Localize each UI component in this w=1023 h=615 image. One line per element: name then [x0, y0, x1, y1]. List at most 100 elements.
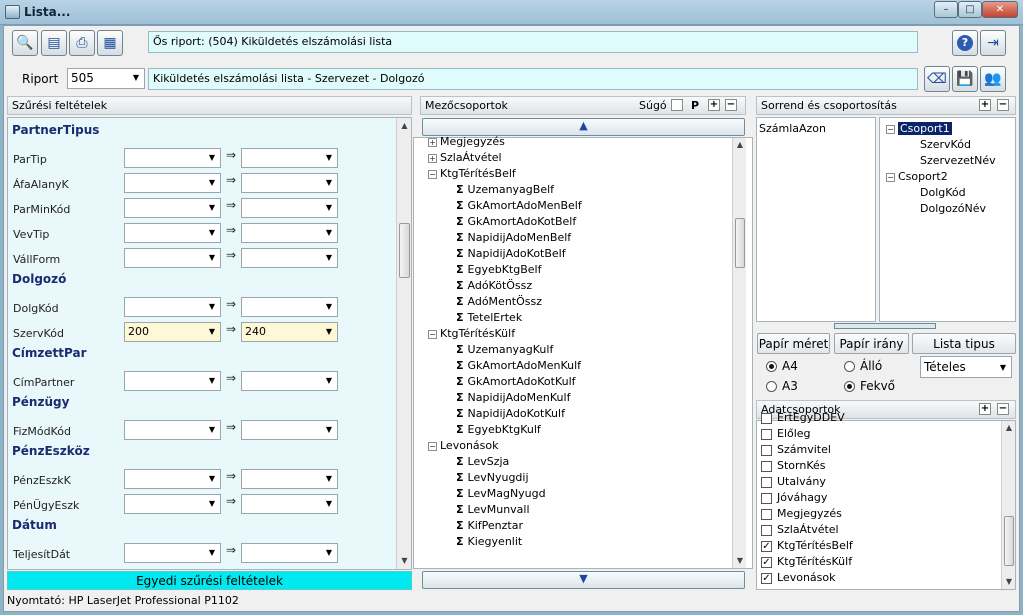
filter-to-select[interactable]: ▼ [241, 223, 338, 243]
maximize-button[interactable]: □ [958, 1, 982, 18]
scroll-thumb[interactable] [735, 218, 745, 268]
preview-button[interactable]: 🔍 [12, 30, 38, 56]
checkbox-icon[interactable] [761, 492, 772, 504]
radio-allo[interactable]: Álló [844, 359, 882, 373]
datagroup-item[interactable]: ✓ KtgTérítésBelf [761, 538, 853, 554]
tree-field[interactable]: Σ NapidijAdoKotBelf [456, 246, 566, 262]
scroll-thumb[interactable] [399, 223, 410, 278]
datagroup-item[interactable]: ✓ KtgTérítésKülf [761, 554, 852, 570]
tree-field[interactable]: Σ Kiegyenlit [456, 534, 522, 550]
tree-field[interactable]: Σ NapidijAdoMenKulf [456, 390, 570, 406]
tree-field[interactable]: Σ LevSzja [456, 454, 509, 470]
filter-to-select[interactable]: ▼ [241, 148, 338, 168]
radio-a4[interactable]: A4 [766, 359, 798, 373]
tree-field[interactable]: Σ LevMagNyugd [456, 486, 546, 502]
list-type-select[interactable]: Tételes ▼ [920, 356, 1012, 378]
add-icon[interactable]: + [979, 99, 991, 111]
help-checkbox[interactable] [671, 99, 683, 111]
expand-all-icon[interactable]: + [708, 99, 720, 111]
tree-field[interactable]: Σ NapidijAdoKotKulf [456, 406, 565, 422]
save-button[interactable]: 💾 [952, 66, 978, 92]
group-field[interactable]: SzervKód [920, 137, 971, 153]
filter-from-select[interactable]: ▼ [124, 297, 221, 317]
riport-select[interactable]: 505 ▼ [67, 68, 145, 89]
scroll-down-button[interactable]: ▼ [422, 571, 745, 589]
users-button[interactable]: 👥 [980, 66, 1006, 92]
datagroup-item[interactable]: ErtEgyDDEV [761, 410, 845, 426]
tree-field[interactable]: Σ GkAmortAdoKotBelf [456, 214, 576, 230]
checkbox-icon[interactable] [761, 476, 772, 488]
scroll-up-icon[interactable]: ▲ [733, 140, 747, 149]
exit-button[interactable]: ⇥ [980, 30, 1006, 56]
checkbox-icon[interactable] [761, 444, 772, 456]
list-type-button[interactable]: Lista tipus [912, 333, 1016, 354]
splitter-handle[interactable] [834, 323, 936, 329]
remove-icon[interactable]: − [997, 99, 1009, 111]
scroll-up-icon[interactable]: ▲ [1002, 423, 1016, 432]
print-button[interactable]: ⎙ [69, 30, 95, 56]
expand-icon[interactable]: + [428, 153, 437, 163]
filter-from-select[interactable]: ▼ [124, 469, 221, 489]
datagroup-item[interactable]: Számvitel [761, 442, 831, 458]
group-field[interactable]: SzervezetNév [920, 153, 996, 169]
paper-orientation-button[interactable]: Papír irány [834, 333, 909, 354]
filter-to-select[interactable]: ▼ [241, 469, 338, 489]
radio-fekvo[interactable]: Fekvő [844, 379, 895, 393]
filter-to-select[interactable]: ▼ [241, 198, 338, 218]
scroll-down-icon[interactable]: ▼ [1002, 577, 1016, 586]
collapse-icon[interactable]: − [428, 329, 437, 339]
scroll-up-icon[interactable]: ▲ [397, 121, 412, 130]
report-designer-button[interactable]: ▤ [41, 30, 67, 56]
checkbox-icon[interactable] [761, 508, 772, 520]
paper-size-button[interactable]: Papír méret [757, 333, 830, 354]
tree-field[interactable]: Σ EgyebKtgBelf [456, 262, 541, 278]
tree-field[interactable]: Σ EgyebKtgKulf [456, 422, 541, 438]
tree-field[interactable]: Σ GkAmortAdoKotKulf [456, 374, 576, 390]
group-tree-panel[interactable]: − Csoport1 SzervKód SzervezetNév − Csoport2 Do… [879, 117, 1016, 322]
tree-field[interactable]: Σ LevNyugdij [456, 470, 529, 486]
filter-from-select[interactable]: ▼ [124, 543, 221, 563]
group-node[interactable]: − Csoport2 [886, 169, 948, 185]
tree-field[interactable]: Σ GkAmortAdoMenBelf [456, 198, 582, 214]
checkbox-icon[interactable] [761, 460, 772, 472]
group-field[interactable]: DolgozóNév [920, 201, 986, 217]
filter-to-select[interactable]: ▼ [241, 494, 338, 514]
filter-from-select[interactable]: ▼ [124, 248, 221, 268]
filter-from-select[interactable]: 200 ▼ [124, 322, 221, 342]
clear-button[interactable]: ⌫ [924, 66, 950, 92]
checkbox-checked-icon[interactable]: ✓ [761, 572, 772, 584]
export-button[interactable]: ▦ [97, 30, 123, 56]
group-field[interactable]: DolgKód [920, 185, 966, 201]
expand-icon[interactable]: + [428, 137, 437, 147]
tree-field[interactable]: Σ KifPenztar [456, 518, 523, 534]
collapse-all-icon[interactable]: − [725, 99, 737, 111]
scroll-down-icon[interactable]: ▼ [733, 556, 747, 565]
checkbox-icon[interactable] [761, 428, 772, 440]
collapse-icon[interactable]: − [886, 124, 895, 134]
filter-to-select[interactable]: ▼ [241, 173, 338, 193]
collapse-icon[interactable]: − [428, 441, 437, 451]
filter-to-select[interactable]: 240 ▼ [241, 322, 338, 342]
filter-to-select[interactable]: ▼ [241, 297, 338, 317]
scroll-down-icon[interactable]: ▼ [397, 556, 412, 565]
custom-filter-button[interactable]: Egyedi szűrési feltételek [7, 571, 412, 590]
help-button[interactable]: ? [952, 30, 978, 56]
filter-to-select[interactable]: ▼ [241, 371, 338, 391]
checkbox-icon[interactable] [761, 412, 772, 424]
tree-group[interactable]: + SzlaÁtvétel [428, 150, 502, 166]
tree-field[interactable]: Σ UzemanyagBelf [456, 182, 554, 198]
radio-a3[interactable]: A3 [766, 379, 798, 393]
datagroup-item[interactable]: Megjegyzés [761, 506, 842, 522]
tree-field[interactable]: Σ GkAmortAdoMenKulf [456, 358, 581, 374]
filter-from-select[interactable]: ▼ [124, 173, 221, 193]
filter-from-select[interactable]: ▼ [124, 420, 221, 440]
minimize-button[interactable]: – [934, 1, 958, 18]
tree-field[interactable]: Σ UzemanyagKulf [456, 342, 553, 358]
datagroup-item[interactable]: StornKés [761, 458, 826, 474]
collapse-icon[interactable]: − [428, 169, 437, 179]
tree-field[interactable]: Σ TetelErtek [456, 310, 522, 326]
tree-group[interactable]: − KtgTérítésKülf [428, 326, 515, 342]
p-toggle[interactable]: P [691, 99, 699, 112]
tree-field[interactable]: Σ AdóMentÖssz [456, 294, 542, 310]
datagroup-item[interactable]: Előleg [761, 426, 811, 442]
